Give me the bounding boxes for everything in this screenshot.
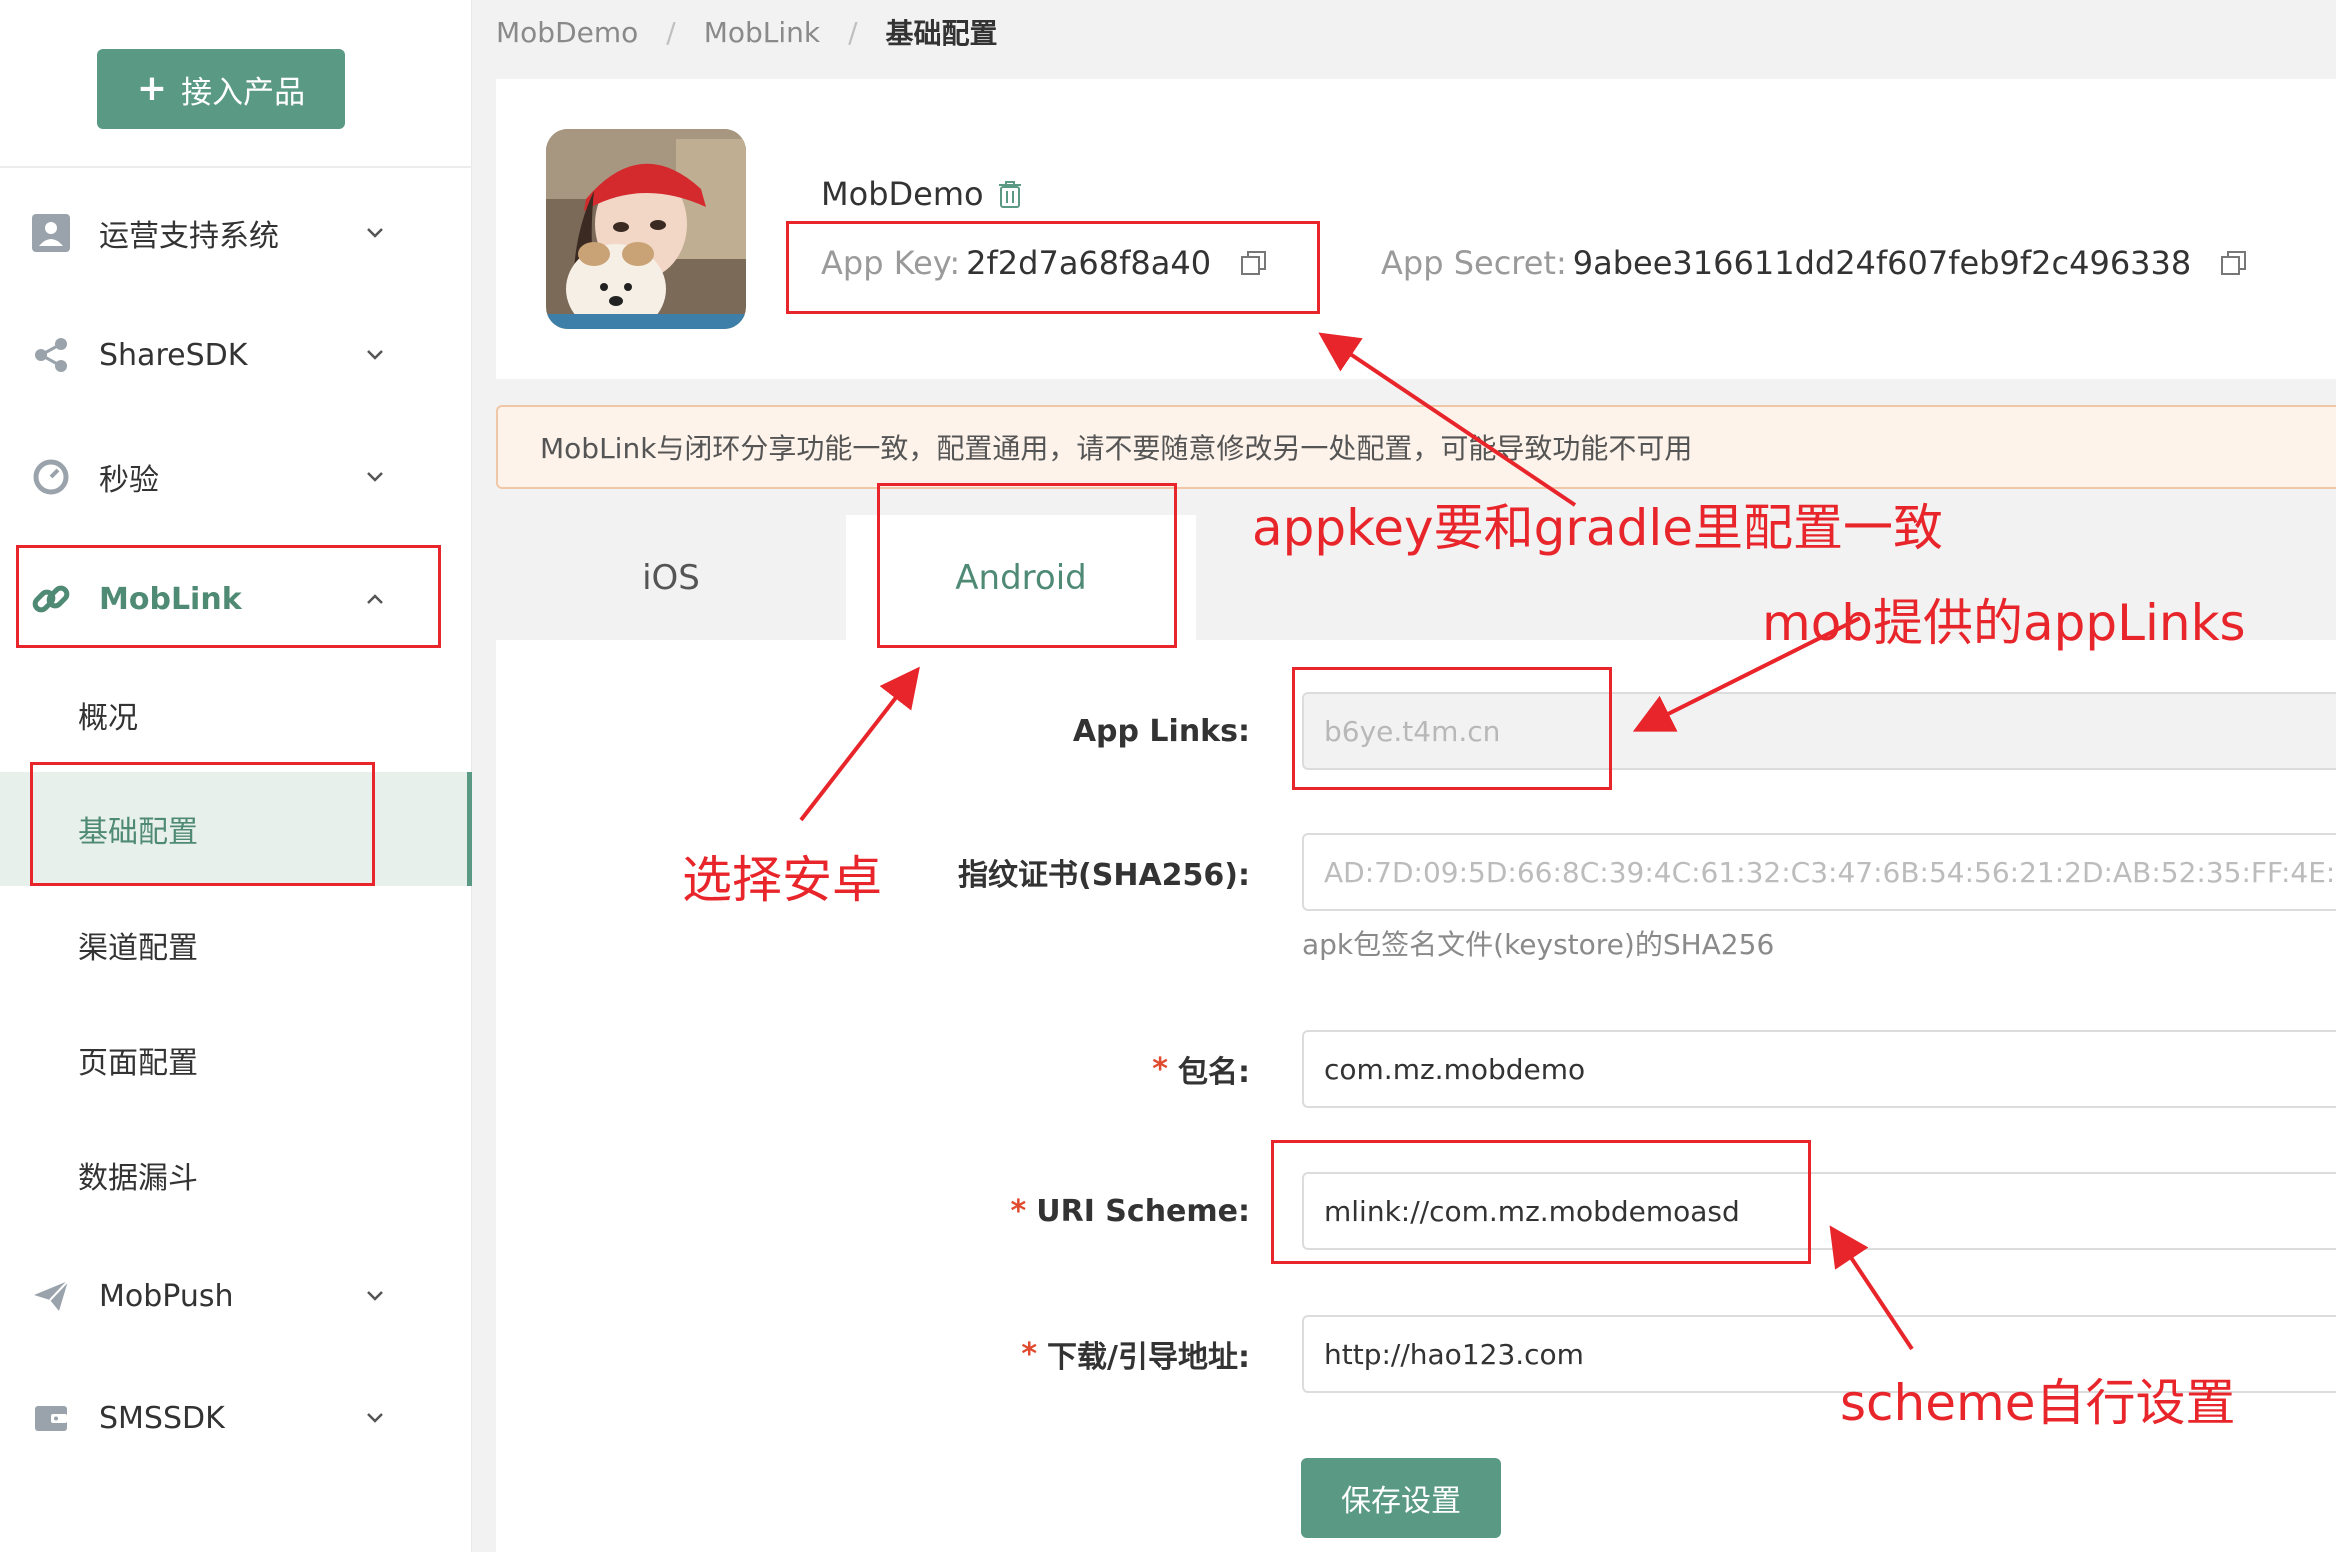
breadcrumb-item[interactable]: MobDemo	[496, 16, 638, 49]
breadcrumb-separator: /	[666, 15, 676, 49]
sidebar-item-mobpush[interactable]: MobPush	[0, 1246, 472, 1346]
tab-ios[interactable]: iOS	[496, 515, 846, 640]
app-avatar	[546, 129, 746, 329]
annotation-box-app-links	[1292, 667, 1612, 790]
add-product-button[interactable]: + 接入产品	[97, 49, 345, 129]
package-label-text: 包名:	[1178, 1055, 1250, 1090]
sidebar-subitem-page-config[interactable]: 页面配置	[0, 1003, 472, 1117]
app-links-label: App Links:	[1072, 713, 1250, 749]
warning-notice: MobLink与闭环分享功能一致，配置通用，请不要随意修改另一处配置，可能导致功…	[496, 405, 2336, 489]
chevron-down-icon	[367, 1413, 383, 1423]
breadcrumb-current: 基础配置	[885, 17, 998, 50]
annotation-scheme: scheme自行设置	[1840, 1374, 2236, 1432]
chevron-down-icon	[367, 350, 383, 360]
app-secret-label: App Secret:	[1381, 244, 1567, 282]
chevron-down-icon	[367, 472, 383, 482]
breadcrumb-item[interactable]: MobLink	[704, 16, 820, 49]
chevron-down-icon	[367, 1291, 383, 1301]
breadcrumb-separator: /	[848, 15, 858, 49]
sidebar-subitem-label: 页面配置	[78, 1046, 198, 1081]
app-name: MobDemo	[821, 175, 984, 213]
app-secret-value: 9abee316611dd24f607feb9f2c496338	[1572, 244, 2192, 282]
required-mark: *	[1010, 1193, 1027, 1229]
sidebar-item-label: 秒验	[99, 463, 159, 498]
send-icon	[28, 1273, 74, 1319]
annotation-android: 选择安卓	[682, 851, 882, 909]
share-icon	[28, 332, 74, 378]
breadcrumb: MobDemo / MobLink / 基础配置	[496, 12, 998, 52]
package-label: * 包名:	[1152, 1030, 1250, 1108]
sidebar-item-label: ShareSDK	[99, 337, 248, 373]
sha256-input[interactable]: AD:7D:09:5D:66:8C:39:4C:61:32:C3:47:6B:5…	[1302, 833, 2336, 911]
annotation-appkey: appkey要和gradle里配置一致	[1252, 499, 1943, 557]
sidebar-divider	[0, 166, 472, 168]
sidebar-item-label: SMSSDK	[99, 1400, 225, 1436]
required-mark: *	[1152, 1051, 1168, 1087]
sha256-label: 指纹证书(SHA256):	[958, 858, 1250, 893]
chevron-down-icon	[367, 228, 383, 238]
annotation-box-basic-config	[30, 762, 375, 886]
sidebar-item-miaoyan[interactable]: 秒验	[0, 427, 472, 527]
download-label: * 下载/引导地址:	[1021, 1315, 1250, 1393]
scheme-label: * URI Scheme:	[1011, 1172, 1250, 1250]
sidebar-subitem-label: 渠道配置	[78, 931, 198, 966]
annotation-box-scheme	[1271, 1140, 1811, 1264]
annotation-applinks: mob提供的appLinks	[1762, 594, 2246, 652]
sidebar-item-sharesdk[interactable]: ShareSDK	[0, 305, 472, 405]
annotation-box-moblink	[16, 545, 441, 648]
sidebar-item-label: 运营支持系统	[99, 219, 279, 254]
add-product-label: 接入产品	[181, 74, 306, 111]
copy-icon[interactable]	[2219, 248, 2249, 278]
app-name-row: MobDemo	[821, 175, 1022, 213]
package-input[interactable]: com.mz.mobdemo	[1302, 1030, 2336, 1108]
annotation-box-appkey	[786, 221, 1320, 314]
sidebar-item-operations[interactable]: 运营支持系统	[0, 183, 472, 283]
required-mark: *	[1021, 1336, 1038, 1372]
annotation-box-android-tab	[877, 483, 1177, 648]
sha256-hint: apk包签名文件(keystore)的SHA256	[1302, 928, 1775, 961]
sidebar-subitem-label: 数据漏斗	[78, 1161, 198, 1196]
sidebar-subitem-channel-config[interactable]: 渠道配置	[0, 888, 472, 1002]
sidebar-subitem-overview[interactable]: 概况	[0, 658, 472, 772]
sidebar-subitem-label: 概况	[78, 701, 138, 736]
wallet-icon	[28, 1395, 74, 1441]
trash-icon[interactable]	[998, 180, 1022, 208]
scheme-label-text: URI Scheme:	[1036, 1193, 1250, 1229]
save-settings-button[interactable]: 保存设置	[1301, 1458, 1501, 1538]
sidebar-item-smssdk[interactable]: SMSSDK	[0, 1368, 472, 1468]
sidebar-subitem-data-funnel[interactable]: 数据漏斗	[0, 1118, 472, 1232]
gauge-icon	[28, 454, 74, 500]
plus-icon: +	[136, 68, 168, 109]
app-info-card: MobDemo App Key: 2f2d7a68f8a40 App Secre…	[496, 79, 2336, 379]
user-card-icon	[28, 210, 74, 256]
download-label-text: 下载/引导地址:	[1047, 1340, 1250, 1375]
sidebar-item-label: MobPush	[99, 1278, 234, 1314]
app-secret-row: App Secret: 9abee316611dd24f607feb9f2c49…	[1381, 244, 2249, 282]
